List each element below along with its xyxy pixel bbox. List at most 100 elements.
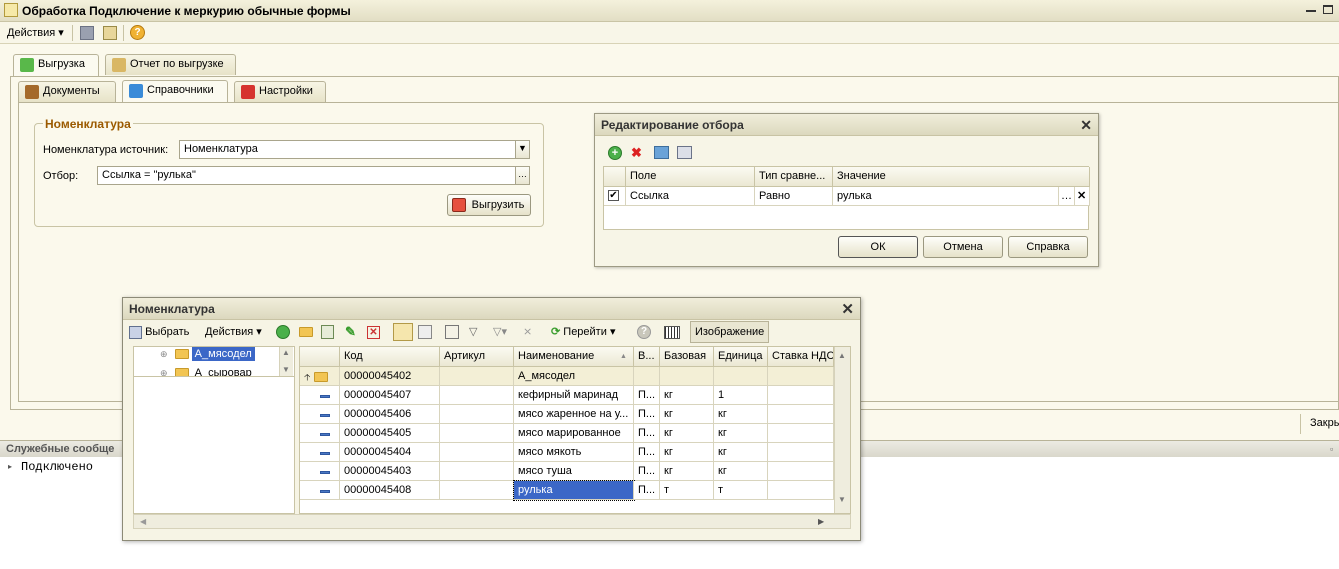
barcode-icon[interactable] — [664, 325, 680, 339]
cell-v[interactable]: П... — [634, 481, 660, 500]
grid-vscrollbar[interactable]: ▲ ▼ — [834, 347, 850, 513]
table-row[interactable]: 🡡 00000045402 А_мясодел — [300, 367, 834, 386]
column-compare[interactable]: Тип сравне... — [755, 167, 833, 187]
cell-v[interactable] — [634, 367, 660, 386]
column-article[interactable]: Артикул — [440, 347, 514, 367]
cell-unit[interactable]: 1 — [714, 386, 768, 405]
cell-vat[interactable] — [768, 462, 834, 481]
scroll-left-icon[interactable]: ◀ — [140, 517, 146, 526]
cancel-button[interactable]: Отмена — [923, 236, 1003, 258]
cell-unit[interactable]: т — [714, 481, 768, 500]
tree-item[interactable]: ⊕ А_сыровар — [160, 367, 280, 376]
actions-menu[interactable]: Действия ▾ — [7, 25, 64, 41]
grid-hscrollbar[interactable]: ◀ ▶ — [133, 514, 851, 529]
check-all-icon[interactable] — [654, 146, 669, 159]
cell-unit[interactable]: кг — [714, 424, 768, 443]
filter-row-compare[interactable]: Равно — [755, 187, 833, 206]
cell-base[interactable]: кг — [660, 386, 714, 405]
ellipsis-icon[interactable]: … — [515, 166, 530, 185]
clear-filter-icon[interactable]: ⨯ — [523, 322, 532, 342]
edit-icon[interactable]: ✎ — [345, 322, 356, 342]
image-toggle-button[interactable]: Изображение — [690, 321, 770, 343]
pin-icon[interactable]: ▫ — [1330, 444, 1333, 454]
filter-by-value-icon[interactable]: ▽▾ — [493, 322, 507, 342]
scroll-down-icon[interactable]: ▼ — [282, 365, 290, 374]
cell-name[interactable]: рулька — [513, 480, 635, 501]
scroll-up-icon[interactable]: ▲ — [282, 348, 290, 357]
ellipsis-icon[interactable]: … — [1059, 187, 1075, 206]
restore-icon[interactable] — [1323, 5, 1333, 14]
close-icon[interactable]: ✕ — [841, 300, 854, 318]
cell-code[interactable]: 00000045404 — [340, 443, 440, 462]
tab-documents[interactable]: Документы — [18, 81, 116, 102]
table-row[interactable]: 00000045404 мясо мякоть П... кг кг — [300, 443, 834, 462]
copy-icon[interactable] — [321, 325, 334, 340]
filter-setup-icon[interactable] — [445, 325, 459, 340]
uncheck-all-icon[interactable] — [677, 146, 692, 159]
cell-article[interactable] — [440, 481, 514, 500]
cell-vat[interactable] — [768, 443, 834, 462]
close-icon[interactable]: ✕ — [1080, 117, 1092, 134]
filter-row-checkbox[interactable]: ✔ — [604, 187, 626, 206]
column-base-unit[interactable]: Базовая — [660, 347, 714, 367]
table-row[interactable]: 00000045403 мясо туша П... кг кг — [300, 462, 834, 481]
cell-v[interactable]: П... — [634, 405, 660, 424]
source-field[interactable]: Номенклатура — [179, 140, 516, 159]
cell-code[interactable]: 00000045406 — [340, 405, 440, 424]
delete-icon[interactable]: ✖ — [631, 145, 642, 161]
tree-scrollbar[interactable]: ▲ ▼ — [279, 347, 293, 376]
cell-name[interactable]: мясо марированное — [514, 424, 634, 443]
column-field[interactable]: Поле — [626, 167, 755, 187]
cell-vat[interactable] — [768, 424, 834, 443]
add-folder-icon[interactable] — [299, 327, 313, 338]
tab-settings[interactable]: Настройки — [234, 81, 326, 102]
cell-article[interactable] — [440, 443, 514, 462]
cell-base[interactable] — [660, 367, 714, 386]
column-code[interactable]: Код — [340, 347, 440, 367]
cell-base[interactable]: кг — [660, 424, 714, 443]
cell-base[interactable]: кг — [660, 405, 714, 424]
cell-article[interactable] — [440, 386, 514, 405]
help-icon[interactable]: ? — [130, 25, 145, 40]
filter-row-field[interactable]: Ссылка — [626, 187, 755, 206]
cell-code[interactable]: 00000045405 — [340, 424, 440, 443]
cell-v[interactable]: П... — [634, 443, 660, 462]
cell-name[interactable]: мясо мякоть — [514, 443, 634, 462]
table-row[interactable]: 00000045408 рулька П... т т — [300, 480, 834, 501]
scroll-right-icon[interactable]: ▶ — [818, 517, 824, 526]
clear-icon[interactable]: ✕ — [1075, 187, 1090, 206]
column-v[interactable]: В... — [634, 347, 660, 367]
cell-base[interactable]: кг — [660, 443, 714, 462]
filter-icon[interactable]: ▽ — [469, 322, 477, 342]
cell-code[interactable]: 00000045408 — [340, 481, 440, 500]
cell-unit[interactable]: кг — [714, 462, 768, 481]
tree-item[interactable]: ⊕ А_мясодел — [160, 347, 280, 367]
tab-export-report[interactable]: Отчет по выгрузке — [105, 54, 236, 75]
level-up-icon[interactable] — [418, 325, 432, 340]
cell-name[interactable]: мясо туша — [514, 462, 634, 481]
add-icon[interactable]: + — [608, 146, 622, 160]
filter-field[interactable]: Ссылка = "рулька" — [97, 166, 516, 185]
cell-vat[interactable] — [768, 405, 834, 424]
cell-name[interactable]: кефирный маринад — [514, 386, 634, 405]
sort-icon[interactable]: ▲ — [620, 353, 627, 360]
column-value[interactable]: Значение — [833, 167, 1090, 187]
cell-v[interactable]: П... — [634, 462, 660, 481]
cell-base[interactable]: кг — [660, 462, 714, 481]
column-name[interactable]: Наименование — [514, 347, 634, 367]
goto-button[interactable]: ⟳ Перейти ▾ — [551, 322, 615, 342]
cell-unit[interactable]: кг — [714, 443, 768, 462]
cell-base[interactable]: т — [660, 481, 714, 500]
cell-unit[interactable] — [714, 367, 768, 386]
print-icon[interactable] — [80, 26, 94, 40]
ok-button[interactable]: ОК — [838, 236, 918, 258]
table-row[interactable]: 00000045407 кефирный маринад П... кг 1 — [300, 386, 834, 405]
scroll-up-icon[interactable]: ▲ — [838, 351, 846, 360]
export-button[interactable]: Выгрузить — [447, 194, 531, 216]
cell-code[interactable]: 00000045403 — [340, 462, 440, 481]
cell-article[interactable] — [440, 367, 514, 386]
column-vat[interactable]: Ставка НДС — [768, 347, 834, 367]
help-icon[interactable]: ? — [637, 325, 651, 340]
cell-unit[interactable]: кг — [714, 405, 768, 424]
actions-menu[interactable]: Действия ▾ — [205, 322, 262, 342]
